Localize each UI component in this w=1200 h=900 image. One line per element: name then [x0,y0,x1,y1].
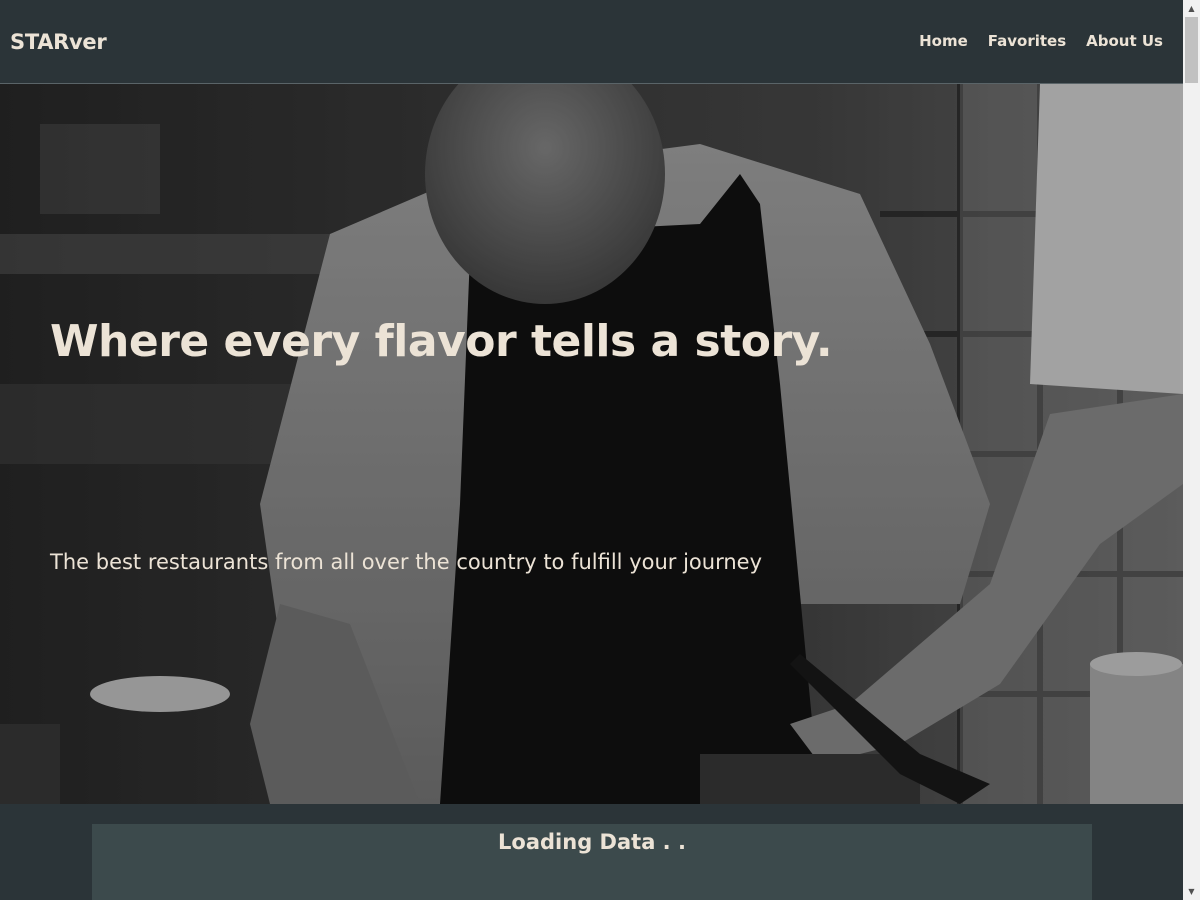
restaurant-list-panel: Loading Data . . [92,824,1092,900]
triangle-up-icon[interactable]: ▲ [1183,0,1200,17]
nav-about-link[interactable]: About Us [1086,32,1163,50]
scrollbar-thumb[interactable] [1185,17,1198,83]
page: STARver Home Favorites About Us Where ev… [0,0,1200,900]
logo[interactable]: STARver [10,30,107,54]
nav-favorites-link[interactable]: Favorites [988,32,1066,50]
hero-subtitle: The best restaurants from all over the c… [50,550,763,574]
app-header: STARver Home Favorites About Us [0,0,1183,84]
main-nav: Home Favorites About Us [919,32,1163,50]
nav-home-link[interactable]: Home [919,32,968,50]
hero-title: Where every flavor tells a story. [50,316,833,367]
hero-section: Where every flavor tells a story. The be… [0,84,1183,804]
hero-overlay [0,84,1183,804]
loading-text: Loading Data . . [498,830,686,854]
triangle-down-icon[interactable]: ▼ [1183,883,1200,900]
vertical-scrollbar[interactable]: ▲ ▼ [1183,0,1200,900]
